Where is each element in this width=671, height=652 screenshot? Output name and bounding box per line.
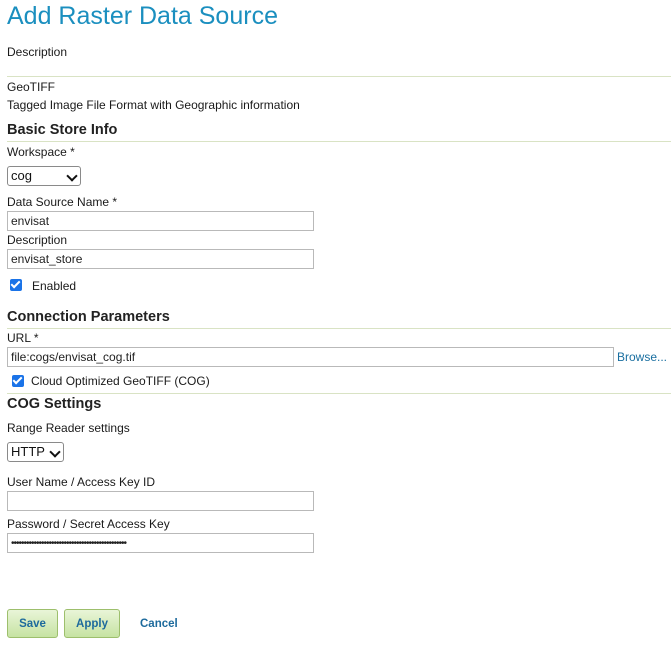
range-reader-value: HTTP <box>11 444 45 459</box>
username-input[interactable] <box>7 491 314 511</box>
divider <box>7 328 671 329</box>
workspace-select[interactable]: cog <box>7 166 81 186</box>
range-reader-select[interactable]: HTTP <box>7 442 64 462</box>
data-source-name-label: Data Source Name * <box>7 195 118 209</box>
password-input[interactable]: ••••••••••••••••••••••••••••••••••••••••… <box>7 533 314 553</box>
store-description-label: Description <box>7 233 68 247</box>
cog-settings-heading: COG Settings <box>7 396 102 412</box>
apply-button[interactable]: Apply <box>64 609 120 638</box>
format-name: GeoTIFF <box>7 80 56 94</box>
divider <box>7 393 671 394</box>
workspace-label: Workspace * <box>7 145 75 159</box>
url-input[interactable]: file:cogs/envisat_cog.tif <box>7 347 614 367</box>
cog-label: Cloud Optimized GeoTIFF (COG) <box>31 374 210 388</box>
cancel-link[interactable]: Cancel <box>140 618 178 630</box>
workspace-select-value: cog <box>11 168 32 183</box>
divider <box>7 76 671 77</box>
save-button[interactable]: Save <box>7 609 58 638</box>
url-label: URL * <box>7 331 39 345</box>
data-source-name-input[interactable]: envisat <box>7 211 314 231</box>
enabled-checkbox[interactable] <box>10 279 22 291</box>
page-title: Add Raster Data Source <box>7 2 278 30</box>
browse-link[interactable]: Browse... <box>617 350 667 364</box>
chevron-down-icon <box>66 170 78 182</box>
basic-store-heading: Basic Store Info <box>7 122 118 138</box>
password-label: Password / Secret Access Key <box>7 517 170 531</box>
range-reader-label: Range Reader settings <box>7 421 130 435</box>
chevron-down-icon <box>49 446 61 458</box>
username-label: User Name / Access Key ID <box>7 475 156 489</box>
store-description-input[interactable]: envisat_store <box>7 249 314 269</box>
description-label: Description <box>7 45 68 59</box>
divider <box>7 141 671 142</box>
cog-checkbox[interactable] <box>12 375 24 387</box>
connection-parameters-heading: Connection Parameters <box>7 309 170 325</box>
format-description: Tagged Image File Format with Geographic… <box>7 98 300 112</box>
enabled-label: Enabled <box>32 279 77 293</box>
